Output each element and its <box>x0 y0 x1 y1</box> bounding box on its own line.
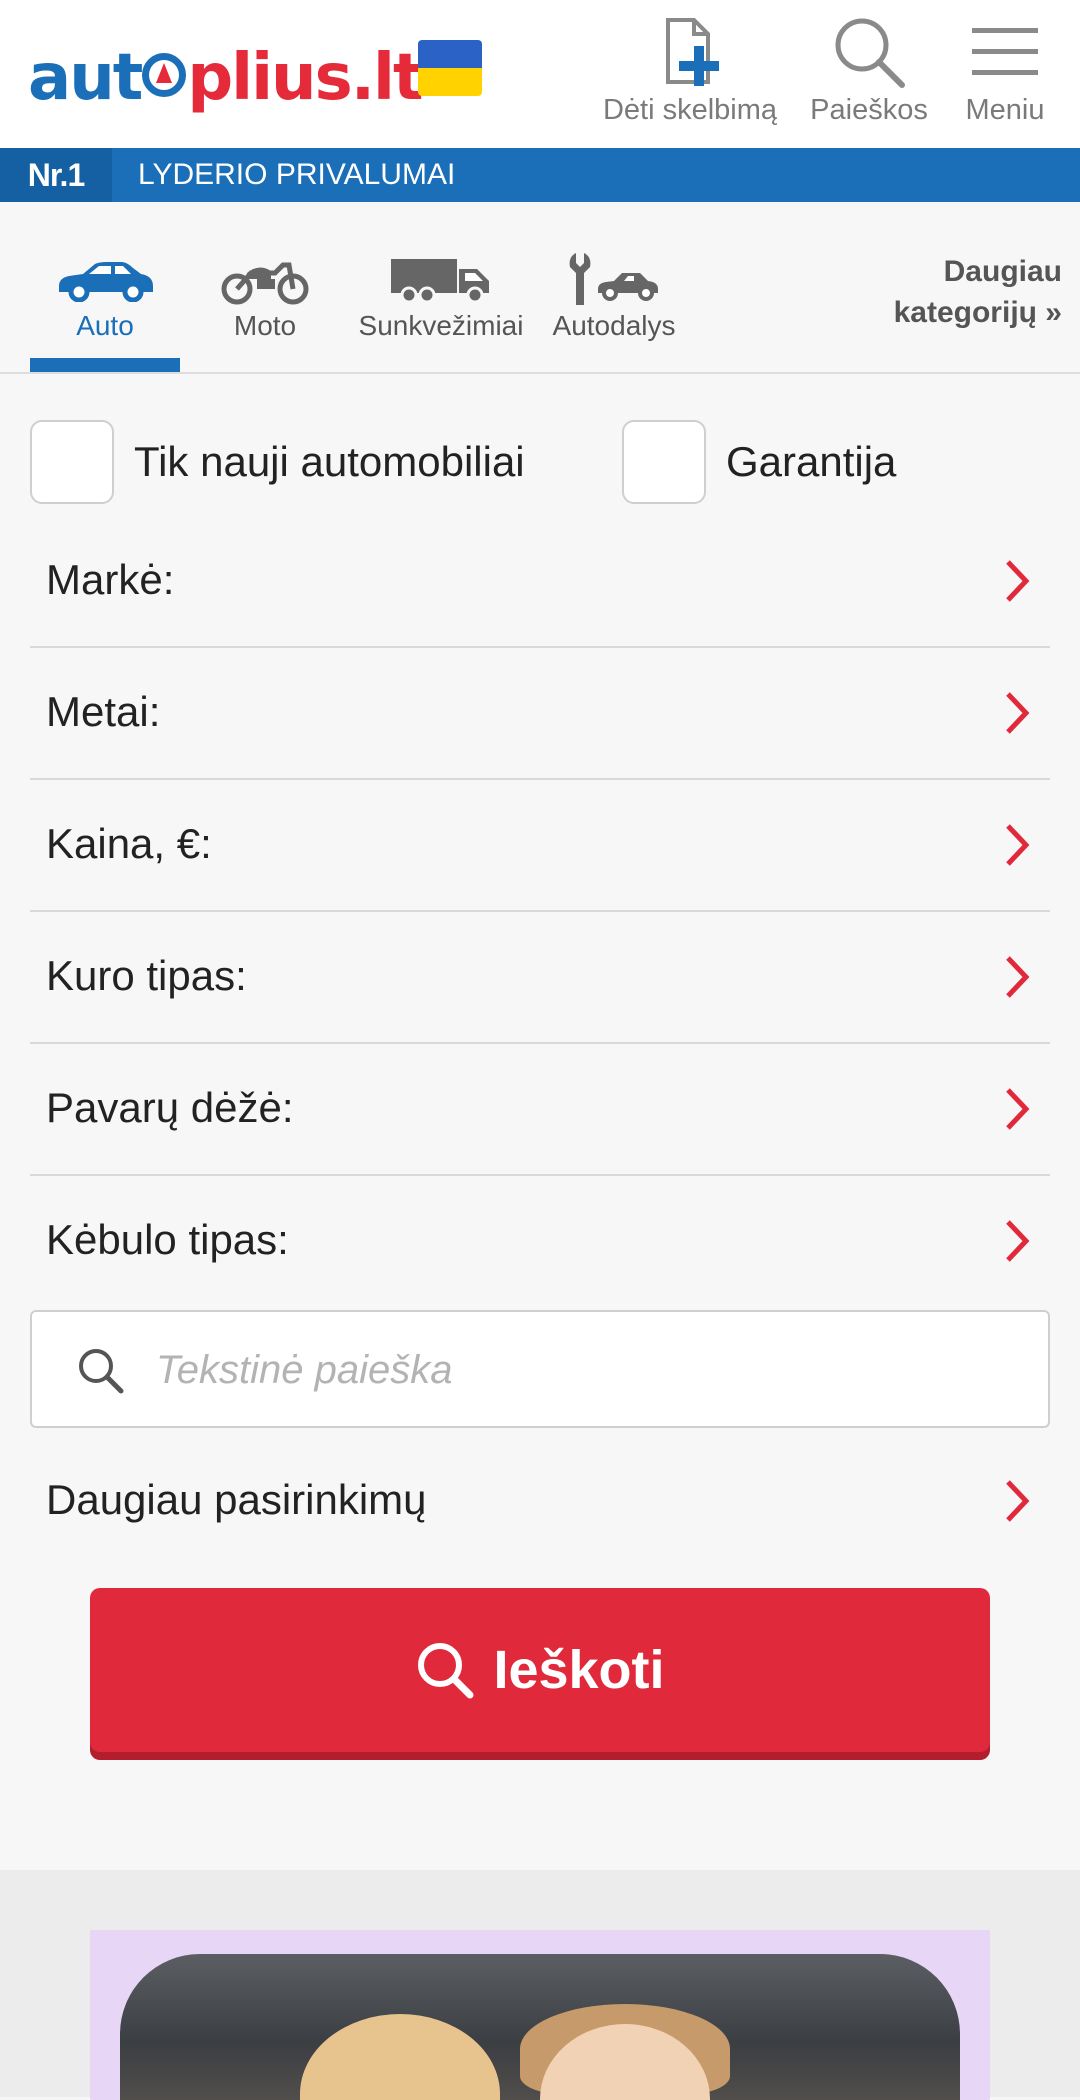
filter-year[interactable]: Metai: <box>30 650 1050 780</box>
filter-price-label: Kaina, €: <box>46 820 212 867</box>
chevron-right-icon <box>1006 1220 1030 1262</box>
more-options-row[interactable]: Daugiau pasirinkimų <box>30 1434 1050 1564</box>
leader-benefits-text: LYDERIO PRIVALUMAI <box>138 158 456 191</box>
logo-text-part1: aut <box>28 41 143 115</box>
filter-price[interactable]: Kaina, €: <box>30 782 1050 912</box>
warranty-checkbox[interactable] <box>622 420 706 504</box>
chevron-right-icon <box>1006 692 1030 734</box>
post-ad-button[interactable]: Dėti skelbimą <box>592 12 788 127</box>
filter-gearbox[interactable]: Pavarų dėžė: <box>30 1046 1050 1176</box>
warranty-label[interactable]: Garantija <box>726 438 896 486</box>
search-icon <box>418 1643 474 1699</box>
chevron-right-icon <box>1006 1480 1030 1522</box>
tab-moto[interactable]: Moto <box>210 250 320 342</box>
more-categories-link[interactable]: Daugiau kategorijų » <box>894 252 1062 333</box>
filter-gearbox-label: Pavarų dėžė: <box>46 1084 294 1131</box>
filter-body-type[interactable]: Kėbulo tipas: <box>30 1178 1050 1308</box>
search-icon <box>79 1349 124 1394</box>
tab-auto[interactable]: Auto <box>30 250 180 342</box>
tab-auto-label: Auto <box>76 310 134 341</box>
search-icon <box>800 12 938 92</box>
document-plus-icon <box>592 12 788 92</box>
new-cars-only-checkbox[interactable] <box>30 420 114 504</box>
wrench-car-icon <box>546 250 682 310</box>
filter-make[interactable]: Markė: <box>30 518 1050 648</box>
logo-text-part2: plius.lt <box>187 41 423 115</box>
ukraine-flag-icon <box>418 40 482 96</box>
more-categories-line1: Daugiau <box>943 255 1062 288</box>
promo-section <box>0 1870 1080 2100</box>
top-header: aut plius.lt Dėti skelbimą Paieškos Meni… <box>0 0 1080 148</box>
tab-autoparts-label: Autodalys <box>552 310 676 341</box>
menu-button[interactable]: Meniu <box>950 12 1060 127</box>
promo-banner[interactable] <box>90 1930 990 2100</box>
chevron-right-icon <box>1006 824 1030 866</box>
nr1-badge: Nr.1 <box>0 148 112 202</box>
filter-year-label: Metai: <box>46 688 161 735</box>
hamburger-menu-icon <box>950 12 1060 92</box>
text-search-input[interactable] <box>156 1334 1016 1406</box>
active-tab-indicator <box>30 358 180 372</box>
text-search-box[interactable] <box>30 1310 1050 1428</box>
chevron-right-icon <box>1006 1088 1030 1130</box>
chevron-right-icon <box>1006 560 1030 602</box>
chevron-right-icon <box>1006 956 1030 998</box>
filter-fuel-type[interactable]: Kuro tipas: <box>30 914 1050 1044</box>
search-button[interactable]: Ieškoti <box>90 1588 990 1752</box>
autoplius-logo[interactable]: aut plius.lt <box>28 38 424 118</box>
promo-photo-dog-and-girl <box>120 1954 960 2100</box>
tab-moto-label: Moto <box>233 310 297 341</box>
new-cars-only-label[interactable]: Tik nauji automobiliai <box>134 438 525 486</box>
filter-make-label: Markė: <box>46 556 175 603</box>
searches-button[interactable]: Paieškos <box>800 12 938 127</box>
tab-trucks[interactable]: Sunkvežimiai <box>350 250 532 342</box>
truck-icon <box>350 250 532 310</box>
checkbox-row: Tik nauji automobiliai Garantija <box>30 420 1050 506</box>
car-icon <box>30 250 180 310</box>
post-ad-label: Dėti skelbimą <box>602 94 778 126</box>
filter-body-type-label: Kėbulo tipas: <box>46 1216 289 1263</box>
motorcycle-icon <box>210 250 320 310</box>
category-tabs: Auto Moto Sunkvežimiai Autodalys Daugiau… <box>0 202 1080 374</box>
leader-benefits-bar[interactable]: Nr.1 LYDERIO PRIVALUMAI <box>0 148 1080 202</box>
search-button-label: Ieškoti <box>493 1640 665 1700</box>
searches-label: Paieškos <box>810 94 928 126</box>
tab-autoparts[interactable]: Autodalys <box>546 250 682 342</box>
more-options-label: Daugiau pasirinkimų <box>46 1476 427 1523</box>
more-categories-line2: kategorijų » <box>893 295 1062 329</box>
tab-trucks-label: Sunkvežimiai <box>358 310 524 341</box>
menu-label: Meniu <box>965 94 1045 126</box>
logo-circle-icon <box>142 53 187 97</box>
filter-fuel-type-label: Kuro tipas: <box>46 952 247 999</box>
